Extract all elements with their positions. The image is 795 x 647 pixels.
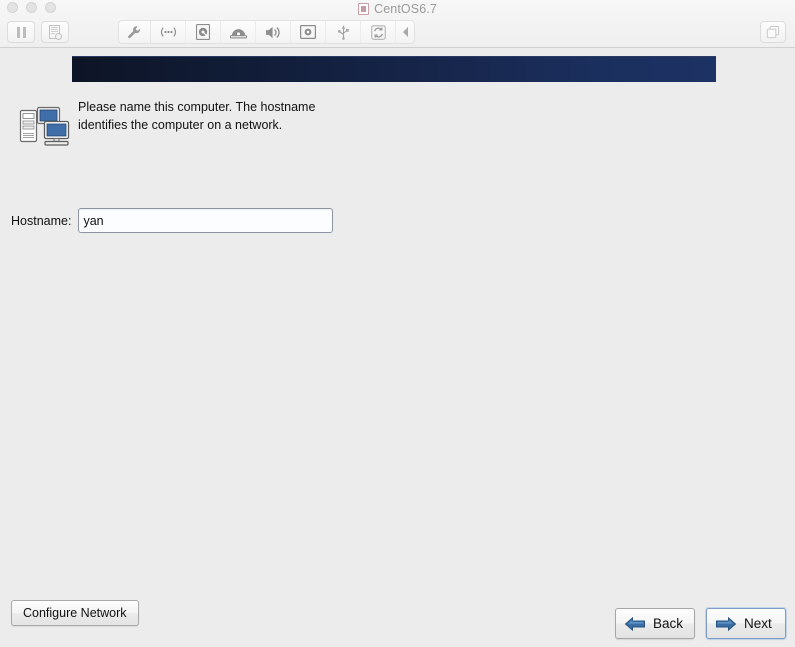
chevron-left-icon — [402, 27, 408, 37]
anaconda-banner — [72, 56, 716, 82]
configure-network-button[interactable]: Configure Network — [11, 600, 139, 626]
network-icon — [160, 27, 176, 37]
shared-folders-button[interactable] — [361, 21, 396, 43]
arrow-right-icon — [715, 616, 737, 632]
cd-drive-icon — [229, 29, 247, 39]
snapshot-button[interactable] — [41, 21, 69, 43]
sync-icon — [370, 24, 386, 40]
pause-button[interactable] — [7, 21, 35, 43]
speaker-icon — [265, 26, 280, 38]
hard-disk-icon — [196, 24, 210, 40]
guest-screen: Please name this computer. The hostname … — [0, 48, 795, 647]
network-button[interactable] — [151, 21, 186, 43]
harddisk-button[interactable] — [186, 21, 221, 43]
wrench-icon — [128, 25, 141, 38]
windows-overlap-icon — [766, 25, 780, 39]
navigation-buttons: Back Next — [614, 608, 786, 639]
intro-block: Please name this computer. The hostname … — [0, 96, 795, 150]
right-toolbar-group — [760, 21, 786, 43]
collapse-toolbar-button[interactable] — [396, 21, 414, 43]
next-button[interactable]: Next — [706, 608, 786, 639]
arrow-left-icon — [624, 616, 646, 632]
window-title-bar-label: CentOS6.7 — [0, 0, 795, 17]
hostname-label: Hostname: — [11, 213, 72, 228]
sound-button[interactable] — [256, 21, 291, 43]
left-toolbar-group — [7, 21, 69, 43]
pause-icon — [16, 26, 26, 38]
fullscreen-button[interactable] — [760, 21, 786, 43]
window-titlebar: CentOS6.7 — [0, 0, 795, 48]
usb-button[interactable] — [326, 21, 361, 43]
snapshot-icon — [49, 24, 62, 40]
center-toolbar-group — [118, 20, 415, 44]
next-button-label: Next — [744, 616, 772, 631]
computers-network-icon — [18, 102, 70, 150]
usb-icon — [337, 25, 349, 40]
vm-window: CentOS6.7 Please name this computer. The… — [0, 0, 795, 647]
zoom-button[interactable] — [45, 2, 56, 13]
vm-disk-icon — [358, 2, 370, 15]
hostname-row: Hostname: — [0, 208, 334, 233]
optical-drive-button[interactable] — [221, 21, 256, 43]
settings-button[interactable] — [119, 21, 151, 43]
hostname-input[interactable] — [78, 208, 334, 233]
window-title-text: CentOS6.7 — [374, 1, 437, 16]
minimize-button[interactable] — [26, 2, 37, 13]
traffic-light-group — [7, 2, 56, 13]
back-button[interactable]: Back — [614, 608, 695, 639]
back-button-label: Back — [652, 616, 683, 631]
camera-button[interactable] — [291, 21, 326, 43]
close-button[interactable] — [7, 2, 18, 13]
intro-text: Please name this computer. The hostname … — [78, 100, 316, 132]
camera-icon — [300, 25, 316, 39]
